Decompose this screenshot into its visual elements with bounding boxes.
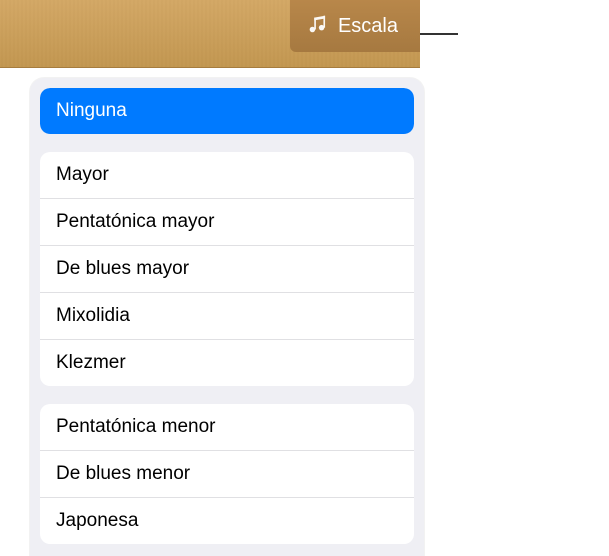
scale-option[interactable]: Mixolidia xyxy=(40,293,414,340)
scale-option-none[interactable]: Ninguna xyxy=(40,88,414,134)
callout-line xyxy=(420,33,458,35)
scale-group-none: Ninguna xyxy=(40,88,414,134)
scale-option[interactable]: De blues mayor xyxy=(40,246,414,293)
scale-option[interactable]: De blues menor xyxy=(40,451,414,498)
scale-option[interactable]: Pentatónica mayor xyxy=(40,199,414,246)
scale-popover: Ninguna Mayor Pentatónica mayor De blues… xyxy=(30,78,424,556)
scale-button[interactable]: Escala xyxy=(290,0,420,52)
scale-option[interactable]: Japonesa xyxy=(40,498,414,544)
scale-option[interactable]: Mayor xyxy=(40,152,414,199)
scale-group-major: Mayor Pentatónica mayor De blues mayor M… xyxy=(40,152,414,386)
instrument-top-bar: Escala xyxy=(0,0,420,68)
scale-option[interactable]: Pentatónica menor xyxy=(40,404,414,451)
scale-option[interactable]: Klezmer xyxy=(40,340,414,386)
scale-button-label: Escala xyxy=(338,15,398,38)
music-notes-icon xyxy=(306,13,328,40)
scale-group-minor: Pentatónica menor De blues menor Japones… xyxy=(40,404,414,544)
